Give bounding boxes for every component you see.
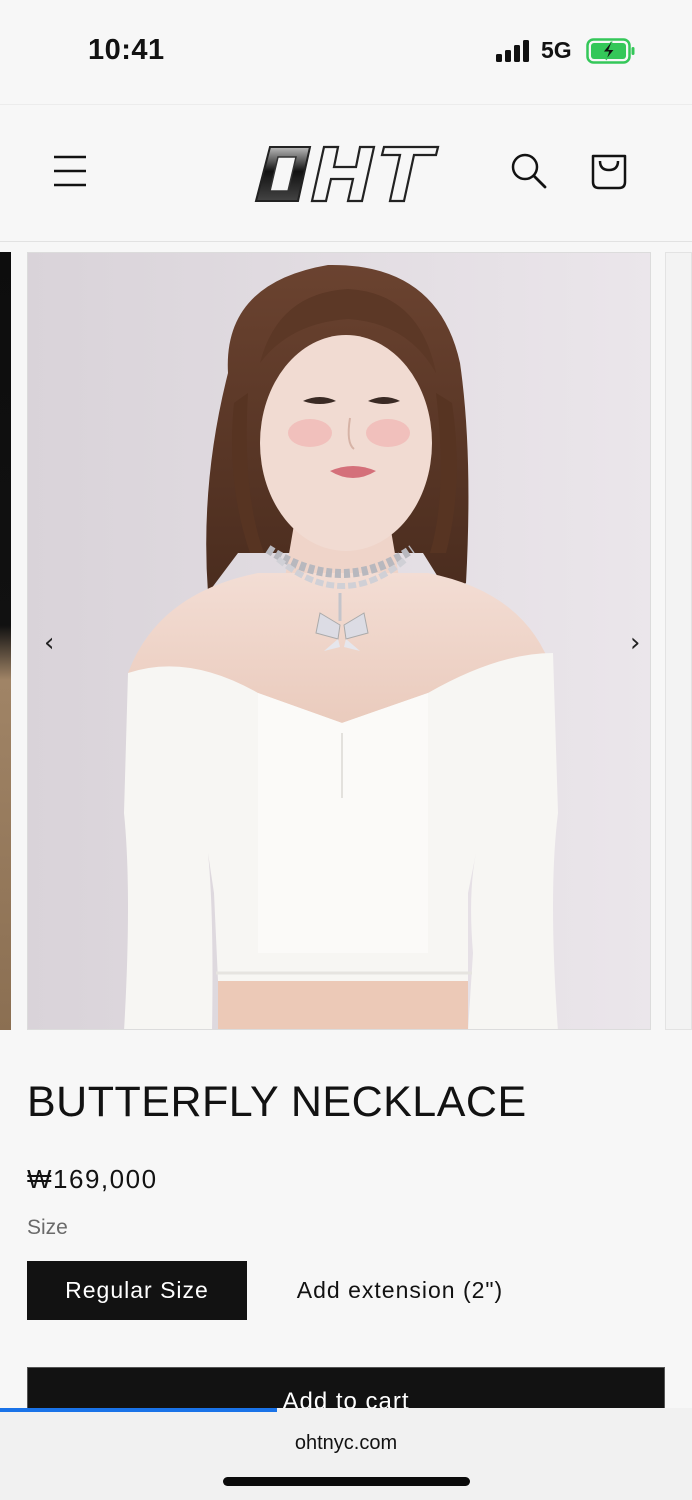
slider-prev-arrow[interactable]: ‹ bbox=[44, 628, 54, 658]
signal-icon bbox=[496, 40, 529, 62]
oht-logo[interactable] bbox=[248, 139, 440, 209]
product-price: ₩169,000 bbox=[27, 1164, 158, 1194]
network-type: 5G bbox=[541, 37, 572, 63]
menu-icon[interactable] bbox=[52, 153, 88, 189]
size-label: Size bbox=[27, 1216, 68, 1239]
product-title: BUTTERFLY NECKLACE bbox=[27, 1078, 527, 1126]
variant-label: Regular Size bbox=[65, 1277, 209, 1303]
search-icon[interactable] bbox=[510, 152, 548, 190]
slider-next-arrow[interactable]: › bbox=[630, 628, 640, 658]
status-time: 10:41 bbox=[88, 34, 165, 66]
model-photo bbox=[28, 253, 650, 1029]
cart-icon[interactable] bbox=[588, 150, 630, 192]
battery-charging-icon bbox=[586, 38, 635, 64]
next-slide-peek[interactable] bbox=[665, 252, 692, 1030]
browser-address-bar[interactable]: ohtnyc.com bbox=[0, 1408, 692, 1500]
previous-slide-peek[interactable] bbox=[0, 252, 11, 1030]
variant-label: Add extension (2") bbox=[296, 1277, 504, 1303]
site-header bbox=[0, 104, 692, 242]
url-text[interactable]: ohtnyc.com bbox=[0, 1432, 692, 1455]
product-image[interactable] bbox=[27, 252, 651, 1030]
product-gallery[interactable] bbox=[0, 252, 692, 1032]
status-bar: 10:41 5G bbox=[0, 0, 692, 104]
variant-add-extension[interactable]: Add extension (2") bbox=[272, 1261, 528, 1320]
variant-regular-size[interactable]: Regular Size bbox=[27, 1261, 247, 1320]
page-load-progress bbox=[0, 1408, 277, 1412]
home-indicator[interactable] bbox=[223, 1477, 470, 1486]
